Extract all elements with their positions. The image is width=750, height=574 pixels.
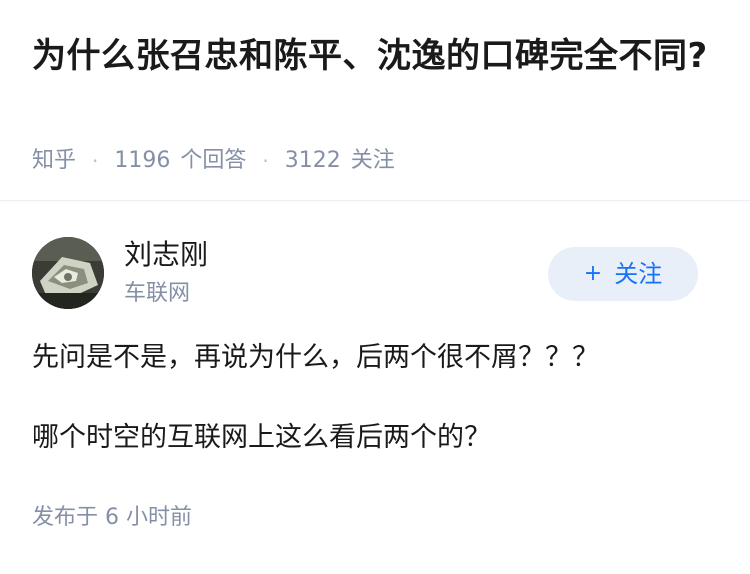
plus-icon: + (583, 261, 603, 286)
source-label[interactable]: 知乎 (32, 146, 76, 176)
answer-paragraph: 先问是不是，再说为什么，后两个很不屑？？？ (32, 342, 599, 373)
follow-button-label: 关注 (614, 260, 663, 288)
author-name[interactable]: 刘志刚 (124, 237, 208, 273)
meta-separator-dot: · (92, 149, 99, 173)
answer-card: 刘志刚 车联网 + 关注 先问是不是，再说为什么，后两个很不屑？？？ 哪个时空的… (0, 201, 750, 571)
follow-author-button[interactable]: + 关注 (548, 247, 698, 301)
answer-count-label: 个回答 (180, 148, 247, 173)
author-headline: 车联网 (124, 281, 191, 306)
answer-count: 1196 (114, 148, 171, 173)
avatar[interactable] (32, 237, 104, 309)
meta-separator-dot: · (262, 149, 269, 173)
question-title[interactable]: 为什么张召忠和陈平、沈逸的口碑完全不同? (32, 30, 712, 82)
answer-paragraph: 哪个时空的互联网上这么看后两个的？ (32, 422, 491, 453)
publish-time: 发布于 6 小时前 (32, 505, 192, 530)
avatar-image (32, 237, 104, 309)
question-meta: 知乎 · 1196 个回答 · 3122 关注 (32, 146, 395, 176)
follow-count-label: 关注 (350, 148, 395, 173)
question-header: 为什么张召忠和陈平、沈逸的口碑完全不同? 知乎 · 1196 个回答 · 312… (0, 0, 750, 201)
follow-count: 3122 (284, 148, 341, 173)
answer-content: 先问是不是，再说为什么，后两个很不屑？？？ 哪个时空的互联网上这么看后两个的？ (32, 337, 718, 497)
